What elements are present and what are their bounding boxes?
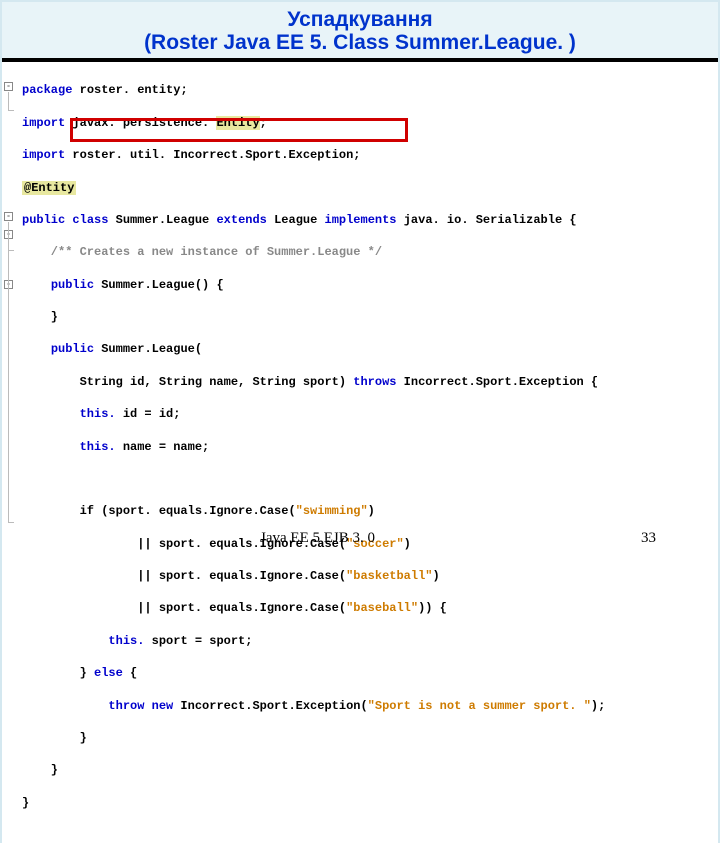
slide-header: Успадкування (Roster Java EE 5. Class Su… (2, 2, 718, 62)
code-content: package roster. entity; import javax. pe… (22, 66, 716, 843)
code-line: this. sport = sport; (22, 633, 716, 649)
code-line: } (22, 762, 716, 778)
code-line: } else { (22, 665, 716, 681)
slide-title: Успадкування (Roster Java EE 5. Class Su… (12, 8, 708, 54)
code-area: - - - - package roster. entity; import j… (2, 62, 718, 843)
fold-gutter: - - - - (4, 66, 18, 526)
code-line: } (22, 730, 716, 746)
code-line: @Entity (22, 180, 716, 196)
fold-icon[interactable]: - (4, 82, 13, 91)
code-line: public Summer.League( (22, 341, 716, 357)
code-line: this. id = id; (22, 406, 716, 422)
code-line: import javax. persistence. Entity; (22, 115, 716, 131)
title-line1: Успадкування (287, 8, 432, 31)
code-line: } (22, 309, 716, 325)
fold-icon[interactable]: - (4, 212, 13, 221)
code-line: throw new Incorrect.Sport.Exception("Spo… (22, 698, 716, 714)
page-number: 33 (641, 530, 656, 547)
code-line: this. name = name; (22, 439, 716, 455)
title-line2: (Roster Java EE 5. Class Summer.League. … (144, 31, 576, 54)
code-line: String id, String name, String sport) th… (22, 374, 716, 390)
code-line: /** Creates a new instance of Summer.Lea… (22, 244, 716, 260)
code-line (22, 471, 716, 487)
code-line: package roster. entity; (22, 82, 716, 98)
code-line: public Summer.League() { (22, 277, 716, 293)
code-line: if (sport. equals.Ignore.Case("swimming"… (22, 503, 716, 519)
footer-text: Java EE 5 EJB 3. 0 (260, 530, 375, 547)
code-line: || sport. equals.Ignore.Case("baseball")… (22, 600, 716, 616)
code-line: import roster. util. Incorrect.Sport.Exc… (22, 147, 716, 163)
code-line: public class Summer.League extends Leagu… (22, 212, 716, 228)
code-line: || sport. equals.Ignore.Case("basketball… (22, 568, 716, 584)
code-line: } (22, 795, 716, 811)
